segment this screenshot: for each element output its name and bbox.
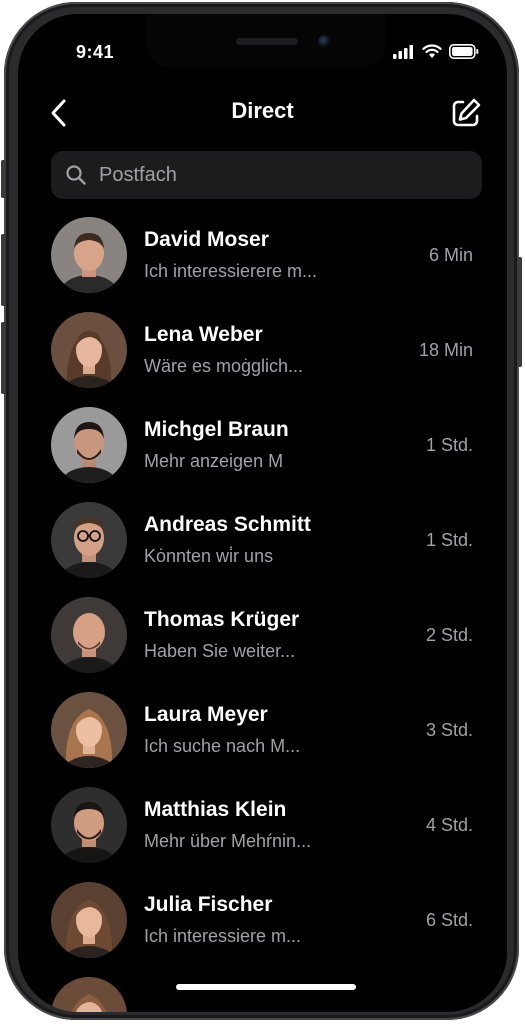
message-preview: Kȯnnten wi̇r uns [144, 546, 274, 566]
conversation-row[interactable]: David Moser Ich interessierere m... 6 Mi… [18, 211, 507, 306]
status-time: 9:41 [76, 42, 115, 62]
message-time: 6 Min [428, 245, 473, 265]
wifi-icon [422, 44, 442, 58]
contact-name: David Moser [144, 228, 269, 251]
conversation-row[interactable]: Laura Meyer Ich suche nach M... 3 Std. [18, 686, 507, 781]
message-preview: Haben Sie weiter... [144, 641, 296, 661]
contact-name: Lena Weber [144, 323, 263, 346]
volume-up-button [1, 234, 6, 306]
conversation-row[interactable]: Matthias Klein Mehr über Mehŕnin... 4 St… [18, 781, 507, 876]
compose-icon [452, 98, 481, 127]
conversation-row[interactable]: Julia Fischer Ich interessiere m... 6 St… [18, 876, 507, 971]
message-time: 18 Min [418, 340, 473, 360]
conversation-row[interactable]: Andreas Schmitt Kȯnnten wi̇r uns 1 Std. [18, 496, 507, 591]
message-time: 1 Std. [425, 435, 473, 455]
message-time: 6 Std. [425, 910, 473, 930]
avatar [51, 787, 127, 863]
contact-name: Laura Meyer [144, 703, 268, 726]
message-preview: Ich interessiere m... [144, 926, 302, 946]
avatar [51, 692, 127, 768]
compose-button[interactable] [449, 96, 483, 130]
message-time: 2 Std. [425, 625, 473, 645]
battery-icon [449, 44, 479, 59]
conversation-row[interactable]: Thomas Krüger Haben Sie weiter... 2 Std. [18, 591, 507, 686]
avatar [51, 597, 127, 673]
status-icons [393, 44, 479, 59]
front-camera [318, 35, 331, 48]
conversation-row[interactable]: Lena Weber Wäre es moġglich... 18 Min [18, 306, 507, 401]
power-button [517, 257, 522, 367]
message-time: 4 Std. [425, 815, 473, 835]
conversation-list: David Moser Ich interessierere m... 6 Mi… [18, 211, 507, 1012]
message-preview: Mehr über Mehŕnin... [144, 831, 312, 851]
screen: 9:41 Direct Postfach David Moser Ich int… [18, 14, 507, 1012]
conversation-row-partial[interactable] [18, 971, 507, 1012]
phone-frame: 9:41 Direct Postfach David Moser Ich int… [1, 2, 522, 1020]
avatar [51, 312, 127, 388]
mute-switch [1, 160, 6, 198]
search-bar[interactable] [51, 151, 482, 199]
message-preview: Ich suche nach M... [144, 736, 301, 756]
message-time: 3 Std. [425, 720, 473, 740]
contact-name: Michgel Braun [144, 418, 289, 441]
dynamic-island [146, 14, 386, 68]
contact-name: Andreas Schmitt [144, 513, 311, 536]
avatar [51, 977, 127, 1012]
message-time: 1 Std. [425, 530, 473, 550]
signal-icon [393, 44, 413, 59]
contact-name: Matthias Klein [144, 798, 287, 821]
speaker [236, 38, 298, 45]
search-input[interactable] [97, 162, 461, 188]
avatar [51, 217, 127, 293]
contact-name: Thomas Krüger [144, 608, 300, 631]
message-preview: Wäre es moġglich... [144, 356, 304, 376]
volume-down-button [1, 322, 6, 394]
conversation-row[interactable]: Michgel Braun Mehr anzeigen M 1 Std. [18, 401, 507, 496]
home-indicator[interactable] [176, 984, 356, 990]
avatar [51, 882, 127, 958]
contact-name: Julia Fischer [144, 893, 273, 916]
avatar [51, 407, 127, 483]
avatar [51, 502, 127, 578]
message-preview: Mehr anzeigen M [144, 451, 284, 471]
search-icon [66, 165, 86, 185]
page-title: Direct [231, 98, 294, 123]
message-preview: Ich interessierere m... [144, 261, 318, 281]
